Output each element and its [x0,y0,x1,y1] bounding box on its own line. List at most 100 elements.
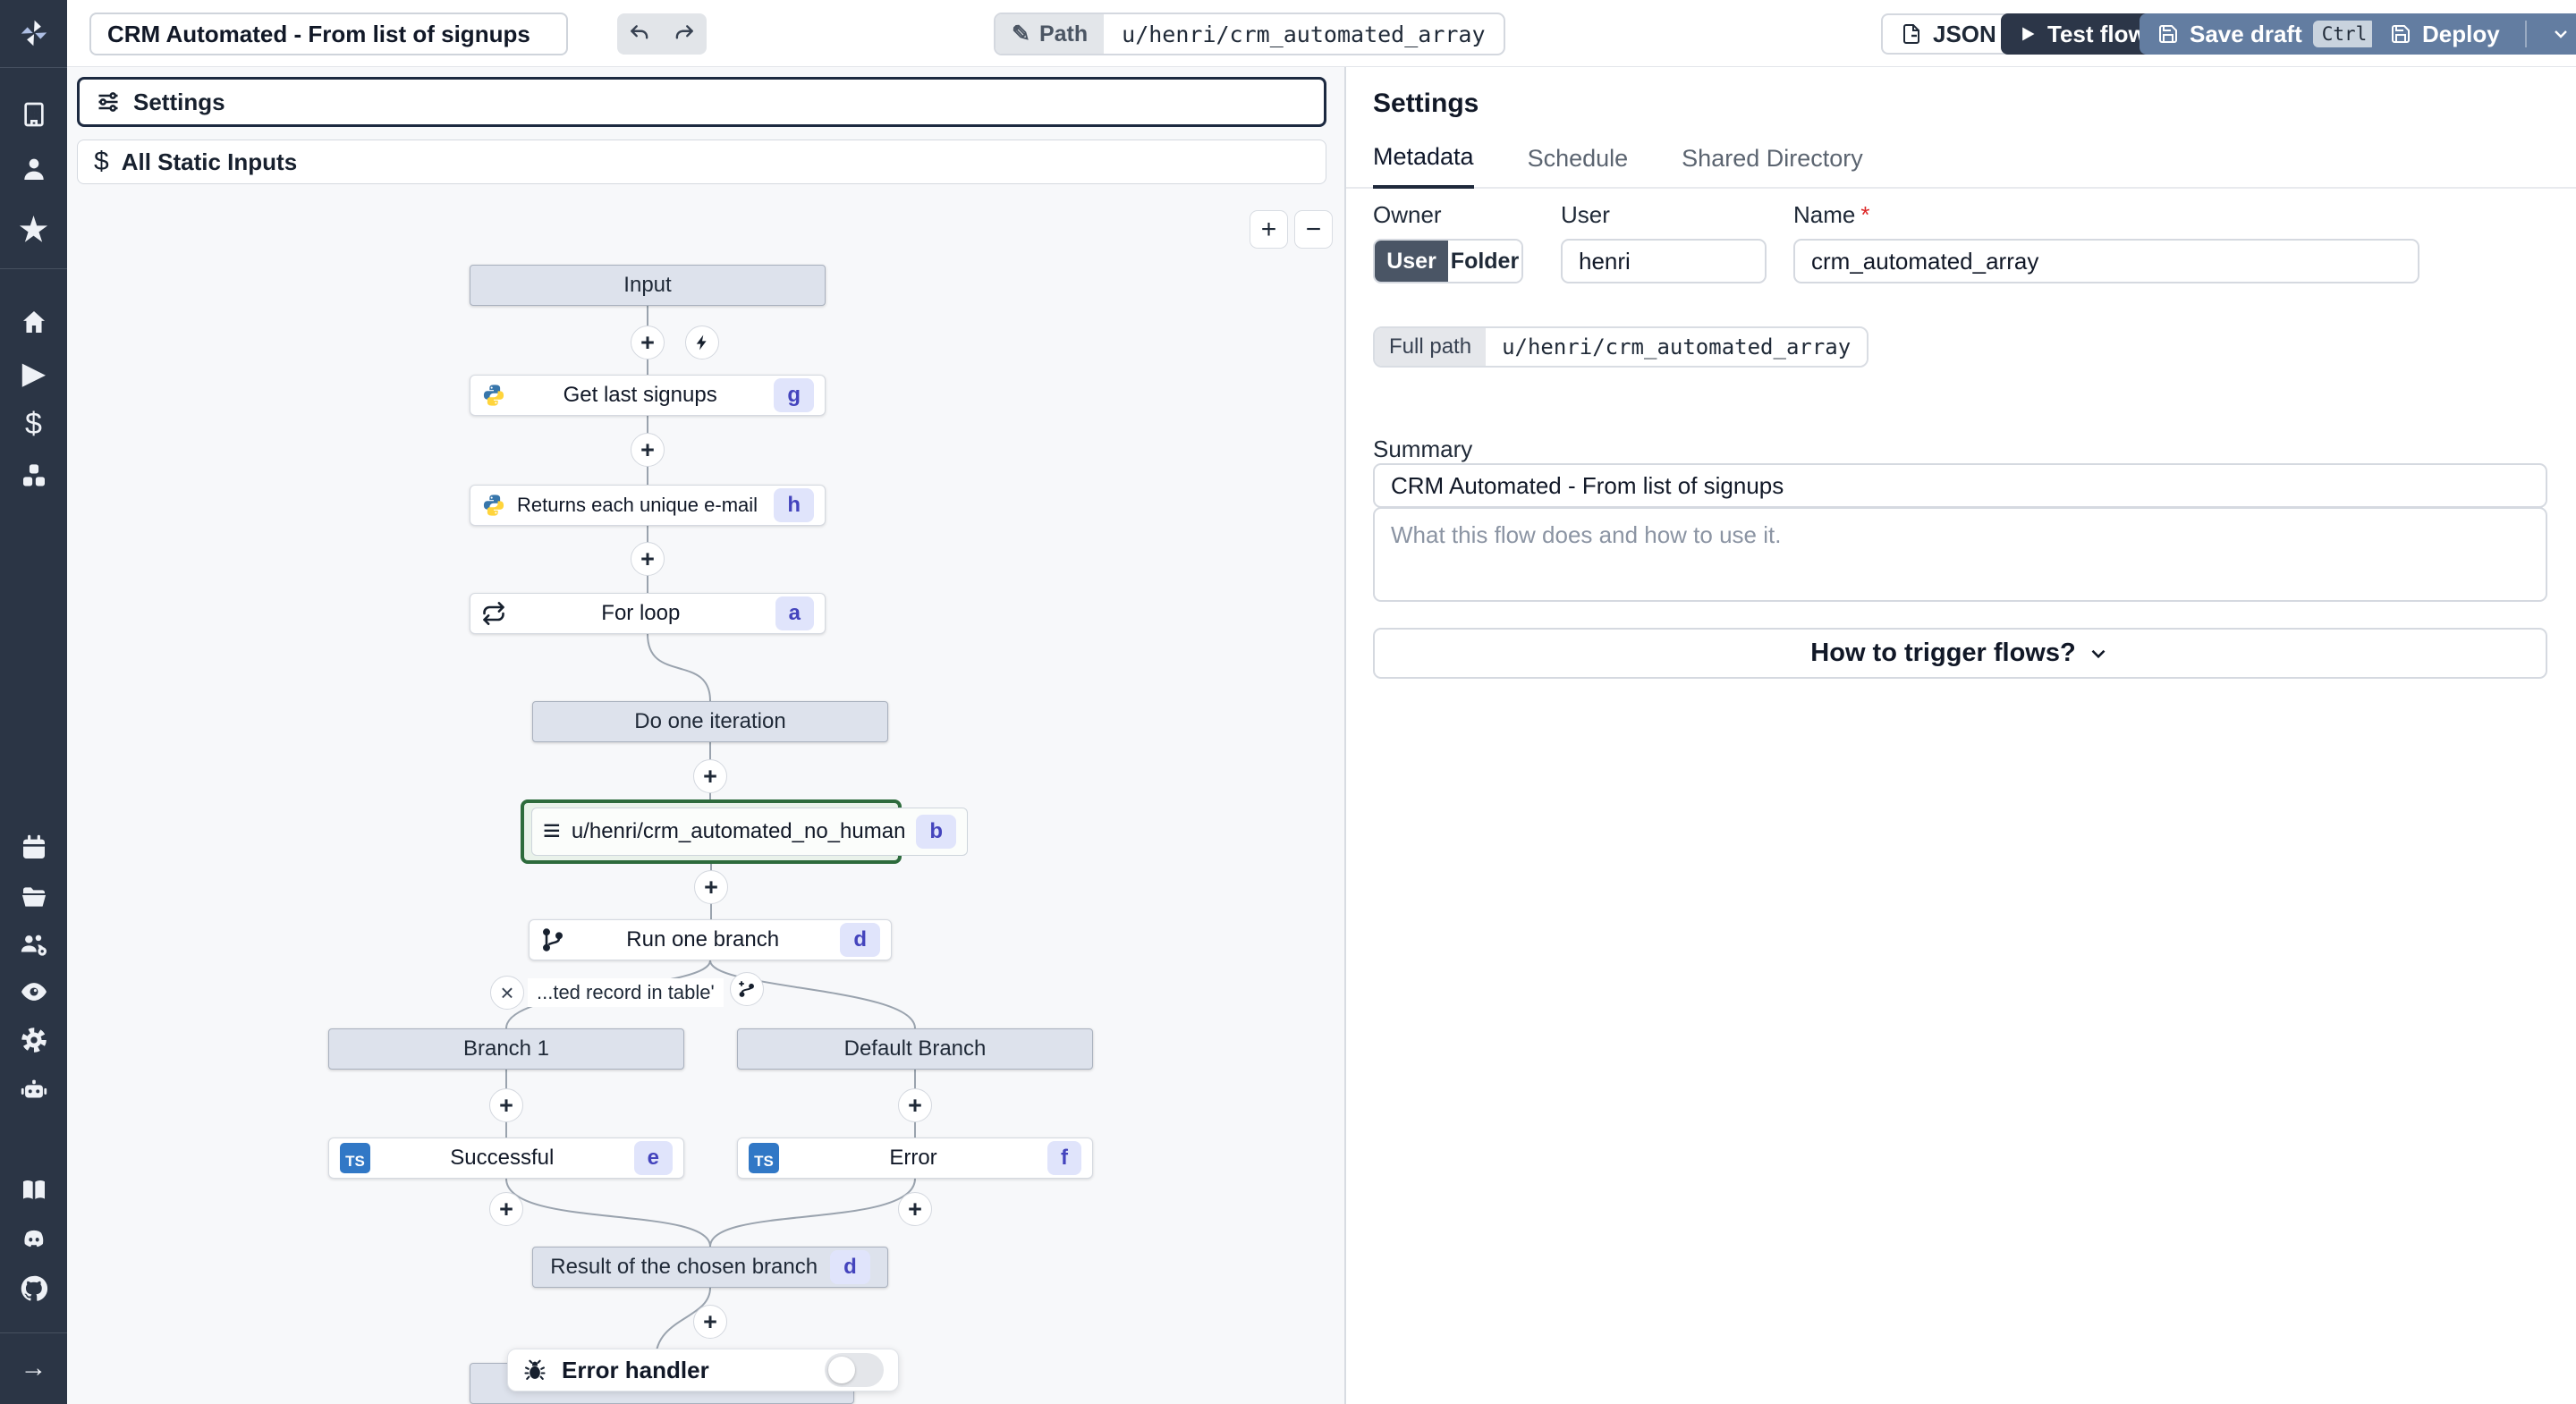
add-step-button[interactable]: + [631,542,665,576]
zoom-in-button[interactable]: + [1250,210,1288,249]
add-step-button[interactable]: + [898,1192,932,1226]
how-to-trigger-button[interactable]: How to trigger flows? [1373,628,2547,679]
sidebar-divider [0,268,67,269]
flow-node-do-one-iteration[interactable]: Do one iteration [532,701,888,742]
undo-button[interactable] [617,13,662,55]
error-handler-toggle[interactable] [825,1353,884,1387]
repeat-icon [483,602,504,625]
python-icon [483,385,504,406]
remove-branch-button[interactable]: × [490,976,524,1010]
redo-button[interactable] [662,13,707,55]
tab-metadata[interactable]: Metadata [1373,143,1474,189]
flow-node-get-last-signups[interactable]: Get last signups g [470,375,826,416]
book-icon[interactable] [0,1171,67,1210]
owner-toggle[interactable]: User Folder [1373,239,1523,283]
branch-icon [543,928,563,952]
close-icon: × [500,978,514,1006]
add-step-button[interactable]: + [898,1088,932,1122]
save-icon [2392,25,2410,43]
error-handler-card[interactable]: Error handler [507,1349,899,1391]
settings-tabs: Metadata Schedule Shared Directory [1346,137,2576,189]
deploy-button[interactable]: Deploy [2372,13,2576,55]
github-icon[interactable] [0,1269,67,1308]
full-path-label: Full path [1375,328,1487,366]
play-icon[interactable]: ▶ [0,353,67,393]
flow-node-input[interactable]: Input [470,265,826,306]
lightning-icon [696,334,707,351]
add-branch-icon [739,981,754,997]
flow-node-error[interactable]: TS Error f [737,1138,1093,1179]
settings-panel: Settings Metadata Schedule Shared Direct… [1346,67,2576,1404]
star-icon[interactable]: ★ [0,210,67,250]
owner-option-folder[interactable]: Folder [1448,241,1521,282]
add-step-button[interactable]: + [694,870,728,904]
zoom-out-button[interactable]: − [1294,210,1333,249]
canvas-settings-item[interactable]: Settings [77,77,1326,127]
trigger-bolt-button[interactable] [685,326,719,359]
building-icon[interactable] [0,95,67,134]
arrow-right-icon[interactable]: → [0,1349,67,1388]
discord-icon[interactable] [0,1220,67,1259]
user-label: User [1561,201,1610,228]
hamburger-icon: ≡ [543,814,561,849]
save-icon [2159,25,2177,43]
flow-node-successful[interactable]: TS Successful e [328,1138,684,1179]
add-step-button[interactable]: + [693,1305,727,1339]
summary-input[interactable] [1373,463,2547,508]
canvas-static-inputs-item[interactable]: $ All Static Inputs [77,140,1326,184]
flow-node-crm-step-selected[interactable]: ≡ u/henri/crm_automated_no_human b [521,799,969,864]
flow-node-default-branch[interactable]: Default Branch [737,1028,1093,1070]
owner-label: Owner [1373,201,1442,228]
home-icon[interactable] [0,302,67,342]
tab-shared-directory[interactable]: Shared Directory [1682,145,1863,187]
dollar-icon[interactable]: $ [0,404,67,444]
step-id-badge: a [775,596,814,630]
user-input[interactable] [1561,239,1767,283]
calendar-icon[interactable] [0,828,67,867]
add-step-button[interactable]: + [489,1088,523,1122]
step-id-badge: d [840,923,880,957]
step-id-badge: d [830,1250,870,1284]
flow-node-run-one-branch[interactable]: Run one branch d [529,919,892,960]
pencil-icon: ✎ [1012,21,1030,47]
tab-schedule[interactable]: Schedule [1528,145,1629,187]
dollar-icon: $ [94,147,109,176]
folder-icon[interactable] [0,877,67,917]
sidebar-divider [0,1332,67,1333]
flow-node-returns-each[interactable]: Returns each unique e-mail in an array h [470,485,826,526]
name-input[interactable] [1793,239,2419,283]
flow-title-input[interactable] [89,13,568,55]
person-icon[interactable] [0,149,67,189]
owner-option-user[interactable]: User [1375,241,1448,282]
panel-divider[interactable] [1344,67,1346,1404]
flow-node-branch-1[interactable]: Branch 1 [328,1028,684,1070]
step-id-badge: b [916,815,957,849]
path-label: ✎ Path [996,14,1105,54]
deploy-dropdown[interactable] [2538,23,2576,45]
flow-canvas[interactable]: Settings $ All Static Inputs + − Input +… [67,67,1344,1404]
kbd-ctrl: Ctrl [2312,21,2377,47]
users-gear-icon[interactable] [0,925,67,964]
add-step-button[interactable]: + [693,759,727,793]
gear-icon[interactable] [0,1020,67,1060]
step-id-badge: h [774,488,814,522]
json-button[interactable]: JSON [1881,13,2016,55]
chevron-down-icon [2554,30,2567,38]
add-step-button[interactable]: + [631,326,665,359]
full-path-value: u/henri/crm_automated_array [1486,328,1868,366]
robot-icon[interactable] [0,1070,67,1110]
flow-node-for-loop[interactable]: For loop a [470,593,826,634]
path-field[interactable]: ✎ Path u/henri/crm_automated_array [994,13,1505,55]
description-textarea[interactable] [1373,507,2547,602]
required-marker: * [1860,201,1870,228]
cubes-icon[interactable] [0,456,67,495]
eye-icon[interactable] [0,972,67,1011]
name-label: Name * [1793,201,1870,228]
add-branch-button[interactable] [730,972,764,1006]
chevron-down-icon [2091,649,2106,658]
add-step-button[interactable]: + [489,1192,523,1226]
flow-node-result[interactable]: Result of the chosen branch d [532,1247,888,1288]
path-value: u/henri/crm_automated_array [1122,21,1486,47]
add-step-button[interactable]: + [631,433,665,467]
windmill-logo[interactable] [0,13,67,53]
